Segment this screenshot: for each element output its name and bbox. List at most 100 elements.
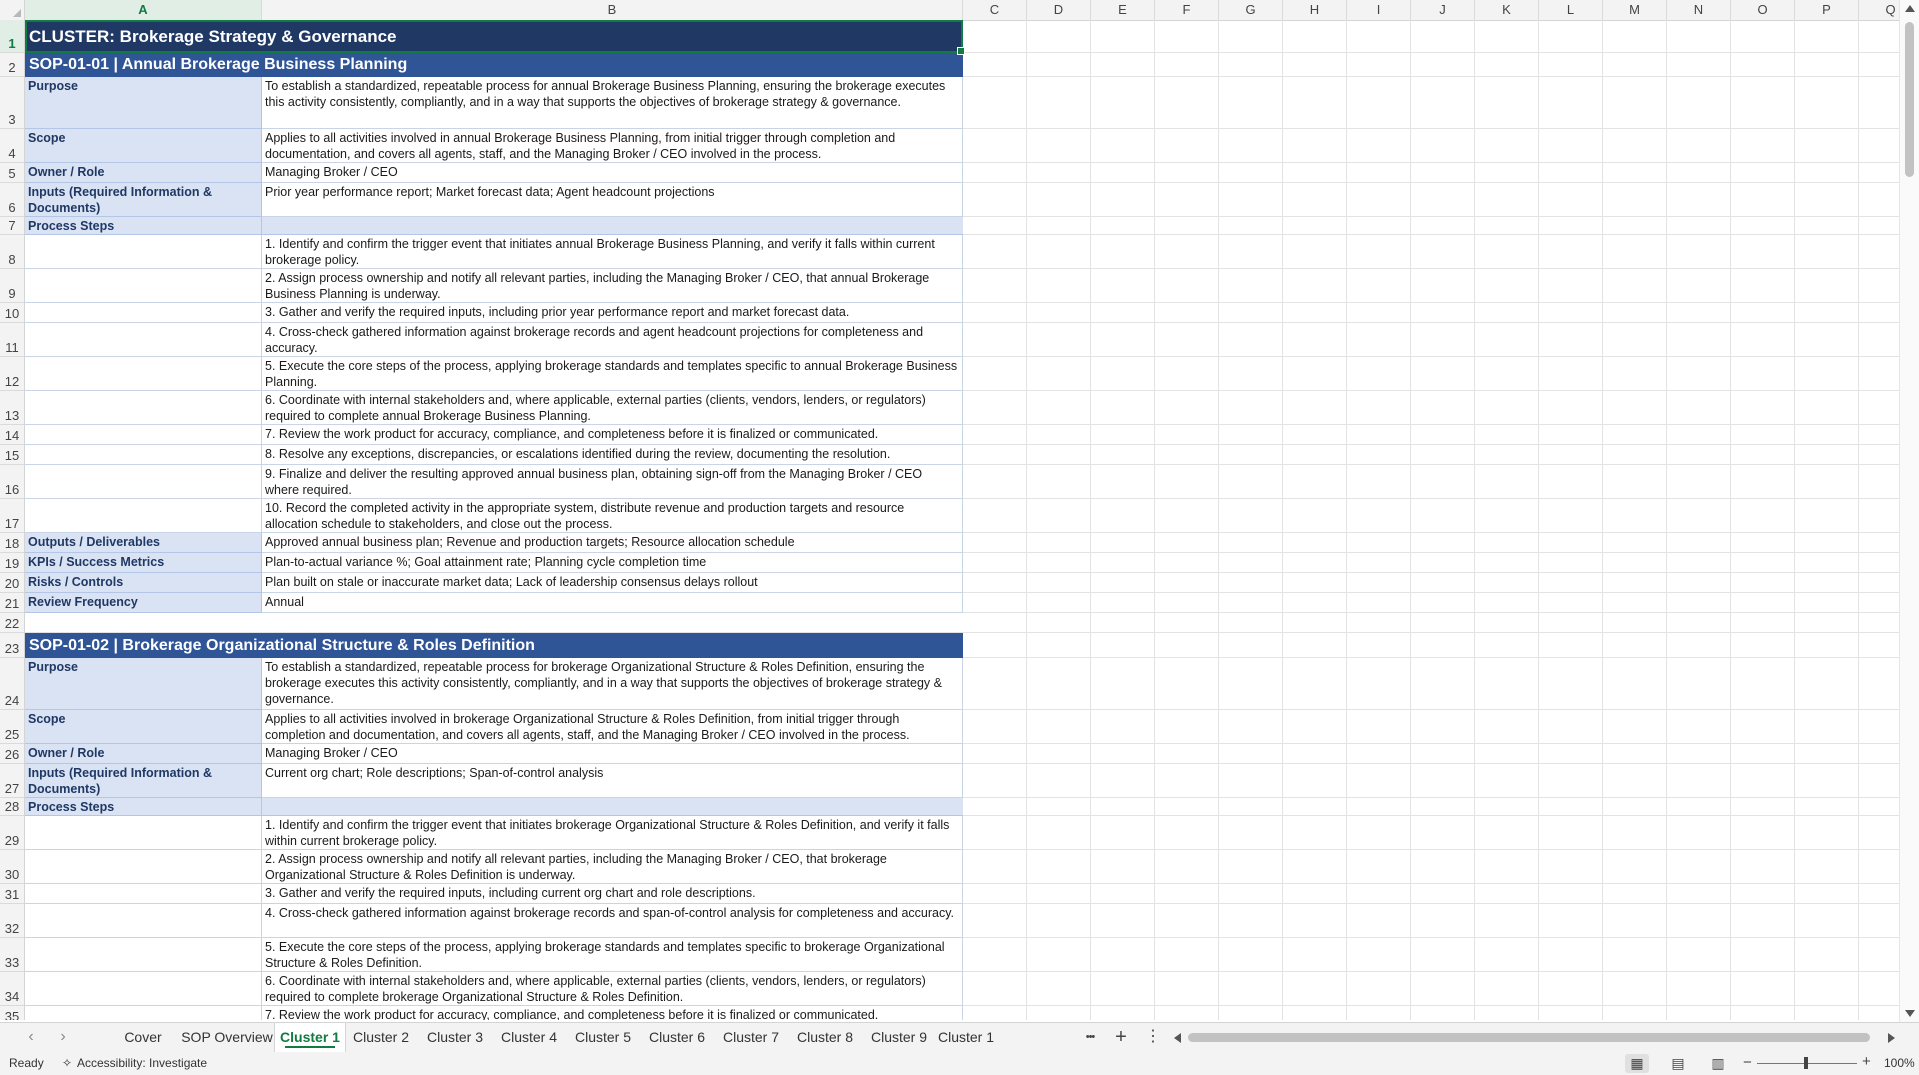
process-steps-band[interactable] — [262, 217, 963, 235]
scroll-right-icon[interactable] — [1888, 1033, 1895, 1043]
column-header-j[interactable]: J — [1411, 0, 1475, 20]
more-sheets-icon[interactable]: ••• — [1079, 1026, 1101, 1050]
step-spacer-cell[interactable] — [25, 884, 262, 904]
sheet-tab[interactable]: Cover — [106, 1023, 180, 1052]
horizontal-scrollbar[interactable] — [1172, 1030, 1897, 1046]
field-value[interactable]: Managing Broker / CEO — [262, 744, 963, 764]
page-break-preview-button[interactable]: ▥ — [1706, 1054, 1730, 1073]
normal-view-button[interactable]: ▦ — [1625, 1054, 1649, 1073]
row-header[interactable]: 7 — [0, 217, 24, 235]
next-sheet-icon[interactable]: › — [54, 1029, 72, 1047]
sheet-tab[interactable]: Cluster 2 — [344, 1023, 418, 1052]
column-header-m[interactable]: M — [1603, 0, 1667, 20]
accessibility-status[interactable]: ✧ Accessibility: Investigate — [60, 1056, 207, 1070]
step-spacer-cell[interactable] — [25, 323, 262, 357]
zoom-slider-thumb[interactable] — [1804, 1057, 1808, 1069]
process-step[interactable]: 6. Coordinate with internal stakeholders… — [262, 972, 963, 1006]
horizontal-scroll-thumb[interactable] — [1188, 1033, 1870, 1042]
row-header[interactable]: 28 — [0, 798, 24, 816]
row-header[interactable]: 3 — [0, 77, 24, 129]
field-label[interactable]: Owner / Role — [25, 163, 262, 183]
step-spacer-cell[interactable] — [25, 303, 262, 323]
column-header-k[interactable]: K — [1475, 0, 1539, 20]
cluster-title[interactable]: CLUSTER: Brokerage Strategy & Governance — [25, 20, 963, 53]
step-spacer-cell[interactable] — [25, 235, 262, 269]
row-header[interactable]: 24 — [0, 658, 24, 710]
row-header[interactable]: 30 — [0, 850, 24, 884]
row-header[interactable]: 15 — [0, 445, 24, 465]
field-label[interactable]: Inputs (Required Information & Documents… — [25, 183, 262, 217]
field-value[interactable]: Annual — [262, 593, 963, 613]
column-header-l[interactable]: L — [1539, 0, 1603, 20]
row-header[interactable]: 10 — [0, 303, 24, 323]
column-header-a[interactable]: A — [25, 0, 262, 20]
vertical-scroll-thumb[interactable] — [1905, 22, 1914, 177]
sop-title[interactable]: SOP-01-01 | Annual Brokerage Business Pl… — [25, 53, 963, 77]
zoom-out-button[interactable]: − — [1743, 1054, 1752, 1071]
field-value[interactable]: Plan-to-actual variance %; Goal attainme… — [262, 553, 963, 573]
process-step[interactable]: 3. Gather and verify the required inputs… — [262, 303, 963, 323]
row-header[interactable]: 13 — [0, 391, 24, 425]
field-value[interactable]: Applies to all activities involved in an… — [262, 129, 963, 163]
sheet-tab[interactable]: Cluster 6 — [640, 1023, 714, 1052]
process-step[interactable]: 5. Execute the core steps of the process… — [262, 357, 963, 391]
page-layout-button[interactable]: ▤ — [1666, 1054, 1690, 1073]
step-spacer-cell[interactable] — [25, 425, 262, 445]
zoom-level[interactable]: 100% — [1884, 1056, 1915, 1070]
step-spacer-cell[interactable] — [25, 499, 262, 533]
process-steps-label[interactable]: Process Steps — [25, 798, 262, 816]
step-spacer-cell[interactable] — [25, 269, 262, 303]
process-step[interactable]: 2. Assign process ownership and notify a… — [262, 850, 963, 884]
field-label[interactable]: KPIs / Success Metrics — [25, 553, 262, 573]
column-header-h[interactable]: H — [1283, 0, 1347, 20]
row-header[interactable]: 29 — [0, 816, 24, 850]
field-value[interactable]: Prior year performance report; Market fo… — [262, 183, 963, 217]
column-header-f[interactable]: F — [1155, 0, 1219, 20]
column-header-g[interactable]: G — [1219, 0, 1283, 20]
row-header[interactable]: 16 — [0, 465, 24, 499]
field-label[interactable]: Risks / Controls — [25, 573, 262, 593]
field-label[interactable]: Scope — [25, 129, 262, 163]
row-header[interactable]: 18 — [0, 533, 24, 553]
column-header-c[interactable]: C — [963, 0, 1027, 20]
row-header[interactable]: 17 — [0, 499, 24, 533]
row-header[interactable]: 25 — [0, 710, 24, 744]
sheet-tab[interactable]: Cluster 7 — [714, 1023, 788, 1052]
step-spacer-cell[interactable] — [25, 1006, 262, 1020]
process-step[interactable]: 4. Cross-check gathered information agai… — [262, 904, 963, 938]
column-header-i[interactable]: I — [1347, 0, 1411, 20]
column-header-e[interactable]: E — [1091, 0, 1155, 20]
step-spacer-cell[interactable] — [25, 850, 262, 884]
column-header-p[interactable]: P — [1795, 0, 1859, 20]
row-header[interactable]: 11 — [0, 323, 24, 357]
step-spacer-cell[interactable] — [25, 938, 262, 972]
row-header[interactable]: 34 — [0, 972, 24, 1006]
row-header[interactable]: 27 — [0, 764, 24, 798]
field-value[interactable]: Plan built on stale or inaccurate market… — [262, 573, 963, 593]
field-value[interactable]: Applies to all activities involved in br… — [262, 710, 963, 744]
scroll-left-icon[interactable] — [1174, 1033, 1181, 1043]
sop-title[interactable]: SOP-01-02 | Brokerage Organizational Str… — [25, 633, 963, 658]
process-step[interactable]: 6. Coordinate with internal stakeholders… — [262, 391, 963, 425]
row-header[interactable]: 19 — [0, 553, 24, 573]
row-header[interactable]: 1 — [0, 20, 24, 53]
process-step[interactable]: 9. Finalize and deliver the resulting ap… — [262, 465, 963, 499]
row-header[interactable]: 9 — [0, 269, 24, 303]
sheet-tab[interactable]: Cluster 3 — [418, 1023, 492, 1052]
sheet-tab[interactable]: Cluster 1 — [936, 1023, 996, 1052]
sheet-tab[interactable]: SOP Overview — [180, 1023, 274, 1052]
sheet-tab[interactable]: Cluster 4 — [492, 1023, 566, 1052]
field-value[interactable]: To establish a standardized, repeatable … — [262, 77, 963, 129]
field-label[interactable]: Inputs (Required Information & Documents… — [25, 764, 262, 798]
process-step[interactable]: 7. Review the work product for accuracy,… — [262, 1006, 963, 1020]
process-step[interactable]: 1. Identify and confirm the trigger even… — [262, 816, 963, 850]
row-header[interactable]: 20 — [0, 573, 24, 593]
field-label[interactable]: Outputs / Deliverables — [25, 533, 262, 553]
field-label[interactable]: Review Frequency — [25, 593, 262, 613]
process-step[interactable]: 3. Gather and verify the required inputs… — [262, 884, 963, 904]
column-header-n[interactable]: N — [1667, 0, 1731, 20]
cell-grid[interactable]: CLUSTER: Brokerage Strategy & Governance… — [25, 20, 1900, 1020]
step-spacer-cell[interactable] — [25, 816, 262, 850]
prev-sheet-icon[interactable]: ‹ — [22, 1029, 40, 1047]
sheet-tab[interactable]: Cluster 1 — [274, 1023, 346, 1052]
